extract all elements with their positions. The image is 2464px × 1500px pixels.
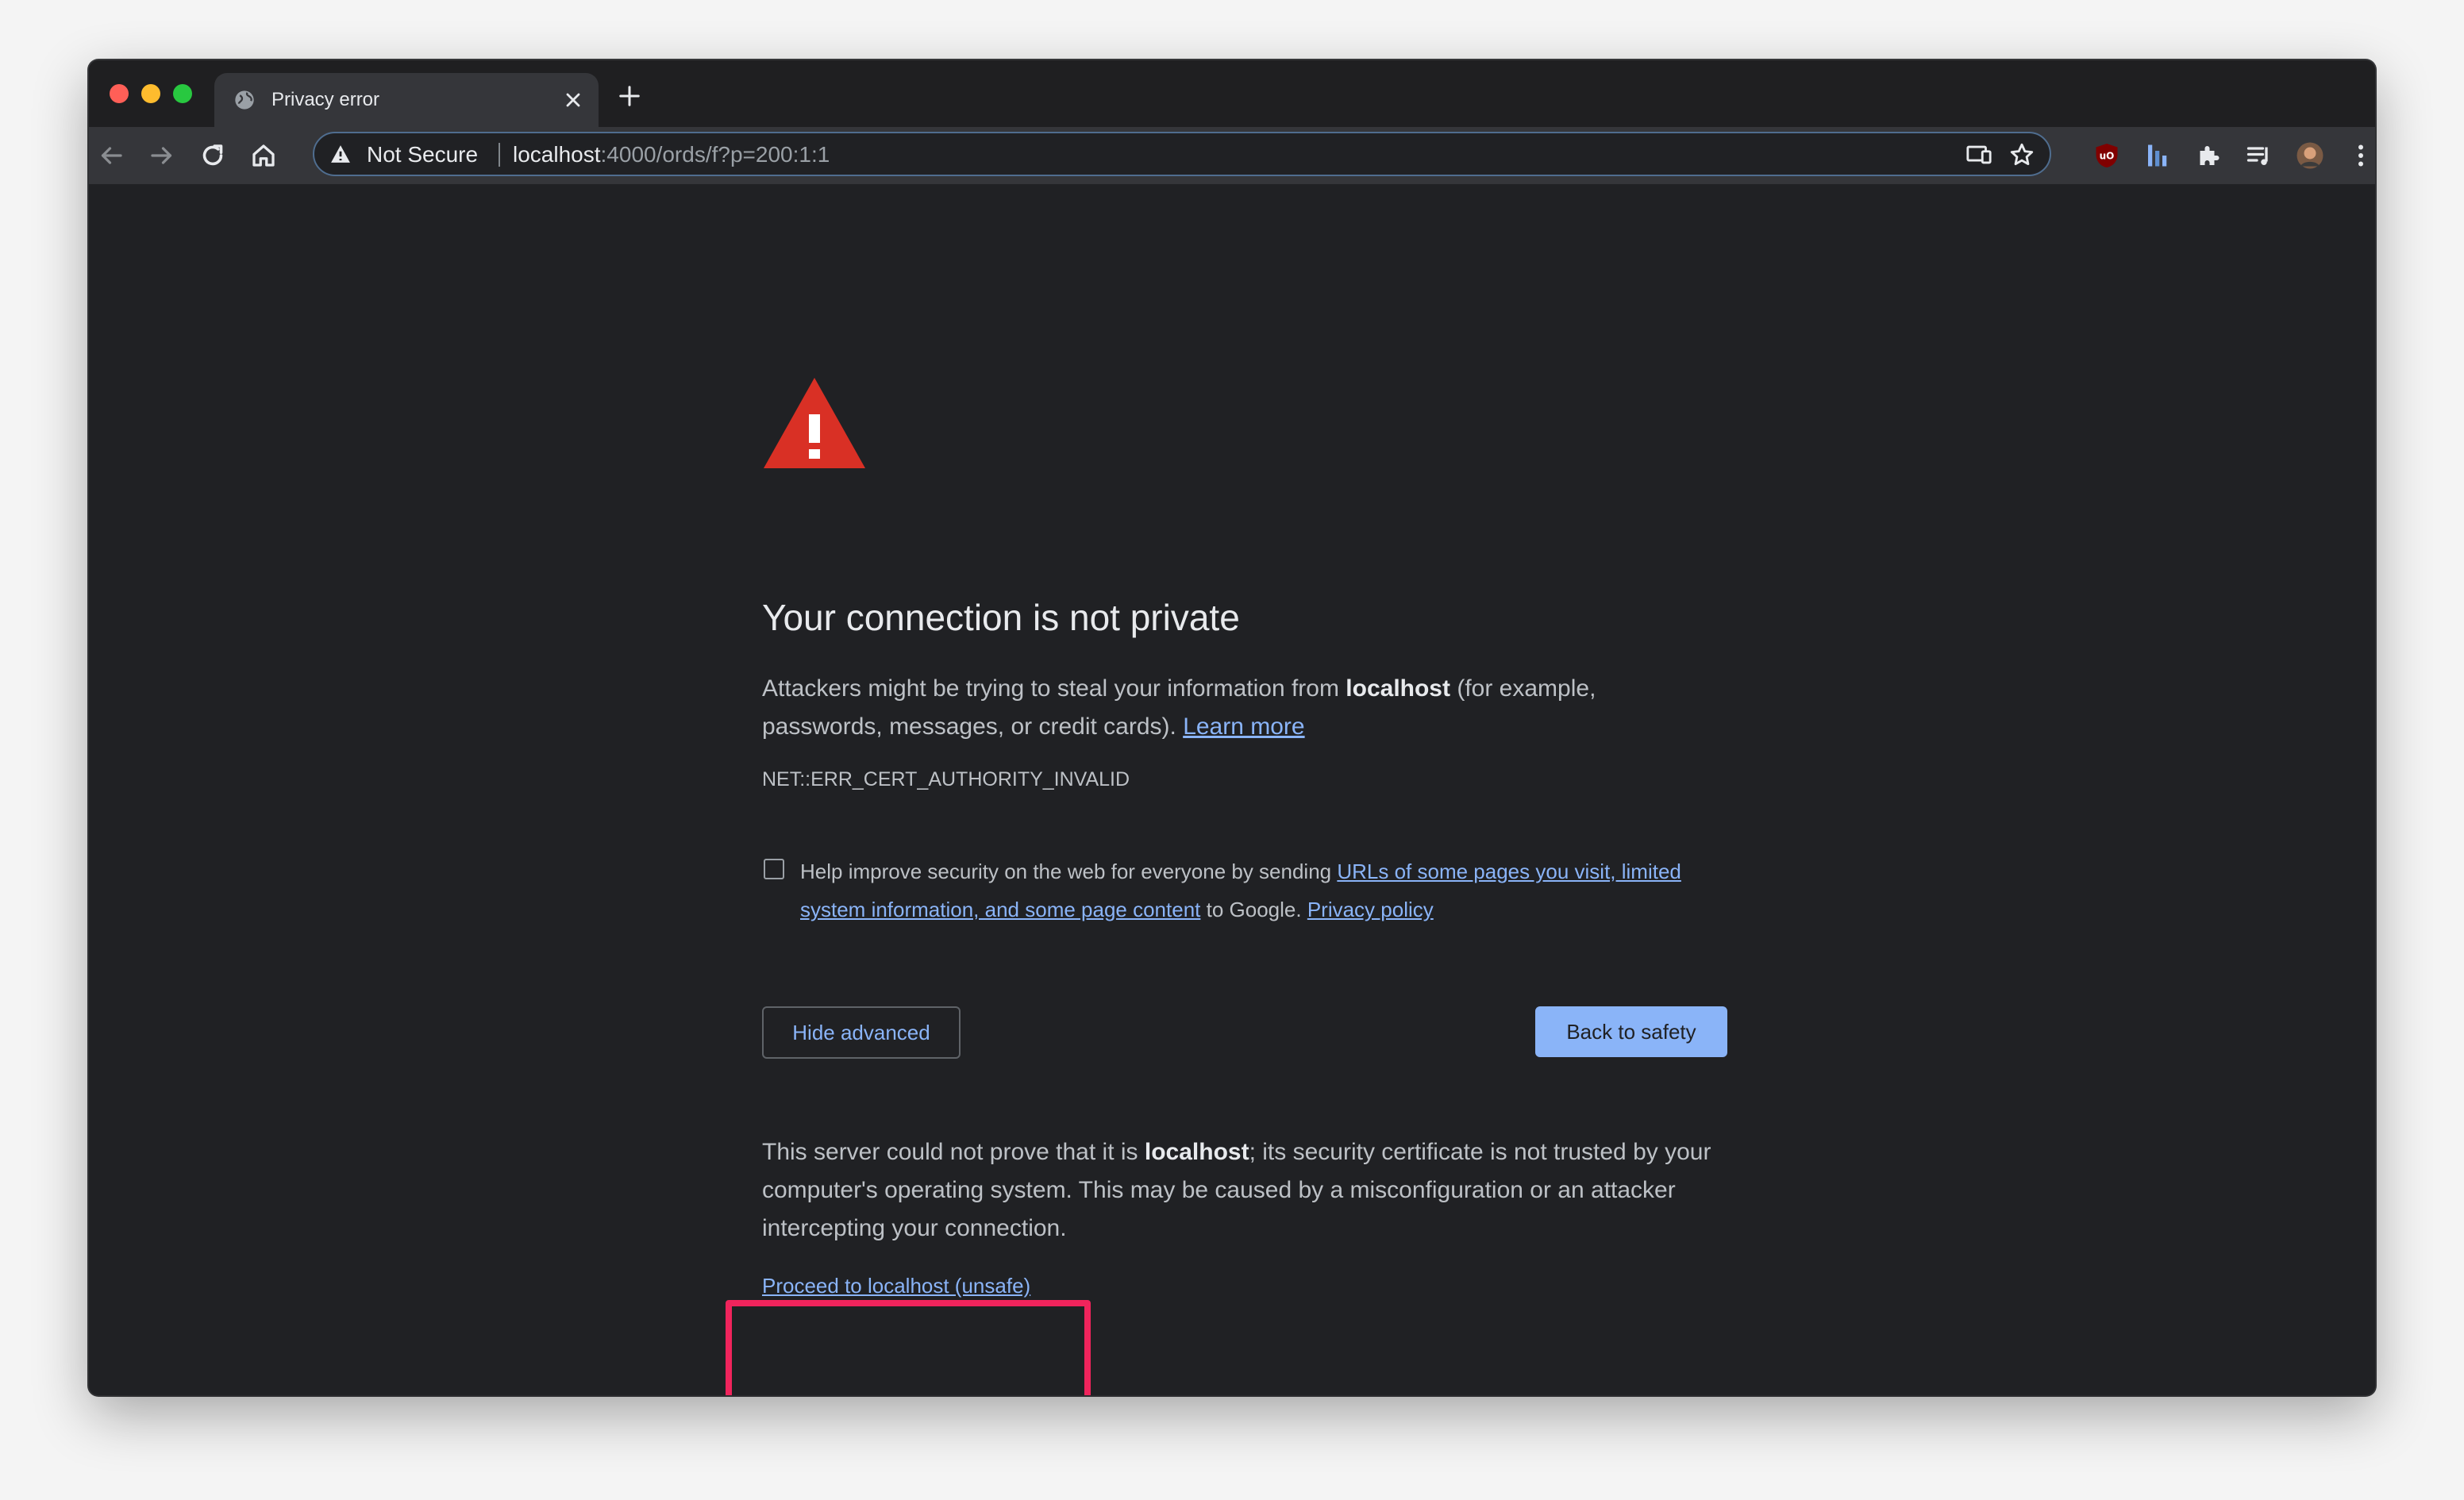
details-text: This server could not prove that it is: [762, 1139, 1145, 1165]
help-improve-checkbox[interactable]: [764, 859, 784, 879]
new-tab-icon[interactable]: [618, 84, 641, 108]
annotation-highlight-box: [726, 1300, 1091, 1395]
intro-paragraph: Attackers might be trying to steal your …: [762, 670, 1723, 746]
url-host: localhost: [513, 142, 601, 167]
url-text[interactable]: localhost:4000/ords/f?p=200:1:1: [513, 140, 830, 169]
tab-title: Privacy error: [271, 89, 380, 110]
tab-privacy-error[interactable]: Privacy error: [214, 73, 599, 127]
back-to-safety-button[interactable]: Back to safety: [1535, 1006, 1727, 1057]
proceed-unsafe-link[interactable]: Proceed to localhost (unsafe): [762, 1271, 1030, 1300]
reload-icon[interactable]: [198, 141, 227, 170]
checkbox-text: Help improve security on the web for eve…: [800, 860, 1338, 883]
close-tab-icon[interactable]: [562, 89, 584, 111]
star-icon[interactable]: [2008, 141, 2035, 168]
details-host: localhost: [1144, 1139, 1249, 1165]
error-code: NET::ERR_CERT_AUTHORITY_INVALID: [762, 768, 1130, 790]
not-secure-label[interactable]: Not Secure: [367, 140, 478, 169]
kebab-menu-icon[interactable]: [2347, 141, 2375, 170]
page-title: Your connection is not private: [762, 597, 1240, 638]
minimize-window-button[interactable]: [141, 84, 160, 103]
omnibox-divider: [499, 143, 500, 167]
tab-strip: Privacy error: [89, 60, 2375, 127]
extension-bars-icon[interactable]: [2143, 141, 2172, 170]
warning-triangle-icon: [764, 378, 865, 468]
intro-text: Attackers might be trying to steal your …: [762, 675, 1346, 702]
hide-advanced-button[interactable]: Hide advanced: [762, 1006, 961, 1059]
cast-icon[interactable]: [1965, 141, 1992, 168]
maximize-window-button[interactable]: [173, 84, 192, 103]
checkbox-text-middle: to Google.: [1200, 898, 1307, 921]
ublock-icon[interactable]: uO: [2092, 141, 2121, 170]
url-path: :4000/ords/f?p=200:1:1: [600, 142, 830, 167]
intro-host: localhost: [1346, 675, 1450, 702]
svg-text:uO: uO: [2100, 151, 2115, 162]
back-arrow-icon[interactable]: [97, 141, 125, 170]
reading-list-icon[interactable]: [2245, 141, 2273, 170]
profile-avatar[interactable]: [2296, 141, 2324, 170]
learn-more-link[interactable]: Learn more: [1183, 713, 1304, 740]
close-window-button[interactable]: [110, 84, 129, 103]
address-bar[interactable]: Not Secure localhost:4000/ords/f?p=200:1…: [313, 132, 2051, 176]
forward-arrow-icon[interactable]: [148, 141, 176, 170]
warning-triangle-icon[interactable]: [330, 144, 351, 163]
puzzle-extensions-icon[interactable]: [2194, 141, 2223, 170]
privacy-policy-link[interactable]: Privacy policy: [1307, 898, 1434, 921]
browser-toolbar: Not Secure localhost:4000/ords/f?p=200:1…: [89, 127, 2375, 184]
details-paragraph: This server could not prove that it is l…: [762, 1133, 1723, 1248]
browser-window: Privacy error Not Secure localhost:4000/…: [89, 60, 2375, 1395]
home-icon[interactable]: [249, 141, 278, 170]
page-content: Your connection is not private Attackers…: [89, 184, 2375, 1395]
globe-icon: [235, 90, 254, 110]
checkbox-label: Help improve security on the web for eve…: [800, 852, 1727, 929]
